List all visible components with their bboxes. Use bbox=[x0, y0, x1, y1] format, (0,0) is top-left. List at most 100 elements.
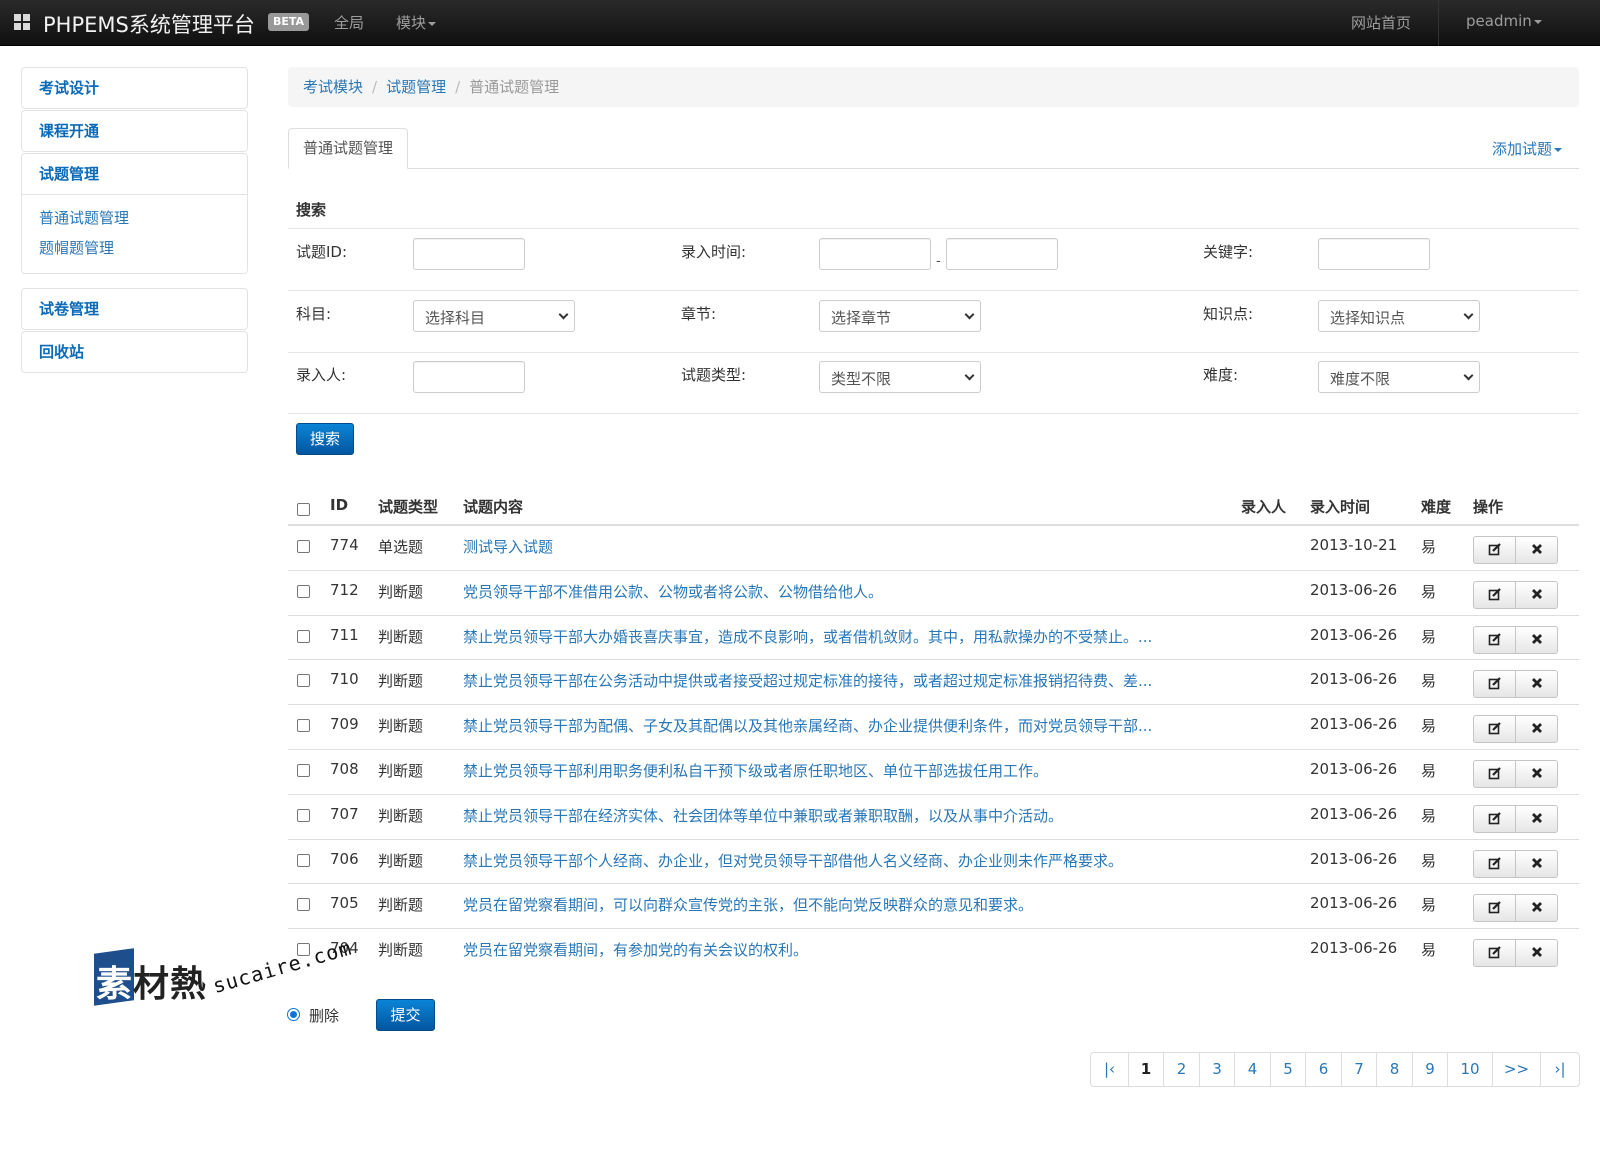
row-checkbox[interactable] bbox=[297, 674, 310, 687]
end-date-input[interactable] bbox=[946, 238, 1058, 270]
table-row-divider bbox=[288, 794, 1579, 795]
sidebar-item-label[interactable]: 课程开通 bbox=[22, 111, 247, 151]
type-label: 试题类型: bbox=[681, 366, 747, 384]
edit-icon[interactable] bbox=[1474, 851, 1516, 877]
cell-type: 判断题 bbox=[378, 762, 424, 780]
nav-global-link[interactable]: 全局 bbox=[334, 12, 364, 33]
delete-icon[interactable] bbox=[1516, 806, 1558, 832]
edit-icon[interactable] bbox=[1474, 537, 1516, 563]
question-id-input[interactable] bbox=[413, 238, 525, 270]
subject-select[interactable]: 选择科目 bbox=[413, 300, 575, 332]
chapter-select[interactable]: 选择章节 bbox=[819, 300, 981, 332]
page-button[interactable]: 10 bbox=[1447, 1053, 1492, 1086]
question-content-link[interactable]: 党员领导干部不准借用公款、公物或者将公款、公物借给他人。 bbox=[463, 581, 883, 602]
page-button[interactable]: 1 bbox=[1128, 1053, 1163, 1086]
edit-icon[interactable] bbox=[1474, 582, 1516, 608]
sidebar-item-papers[interactable]: 试卷管理 bbox=[21, 288, 248, 330]
row-checkbox[interactable] bbox=[297, 809, 310, 822]
sidebar-item-recycle[interactable]: 回收站 bbox=[21, 331, 248, 373]
sidebar-item-exam-design[interactable]: 考试设计 bbox=[21, 67, 248, 109]
question-content-link[interactable]: 测试导入试题 bbox=[463, 536, 553, 557]
delete-icon[interactable] bbox=[1516, 627, 1558, 653]
row-checkbox[interactable] bbox=[297, 854, 310, 867]
page-first-button[interactable]: |‹ bbox=[1091, 1053, 1128, 1086]
edit-icon[interactable] bbox=[1474, 761, 1516, 787]
divider bbox=[288, 290, 1579, 291]
edit-icon[interactable] bbox=[1474, 895, 1516, 921]
caret-down-icon bbox=[1533, 19, 1542, 24]
cell-date: 2013-06-26 bbox=[1310, 760, 1398, 778]
row-checkbox[interactable] bbox=[297, 898, 310, 911]
delete-icon[interactable] bbox=[1516, 895, 1558, 921]
page-button[interactable]: 6 bbox=[1305, 1053, 1341, 1086]
delete-icon[interactable] bbox=[1516, 671, 1558, 697]
user-menu-dropdown[interactable]: peadmin bbox=[1466, 12, 1542, 30]
knowledge-point-select[interactable]: 选择知识点 bbox=[1318, 300, 1480, 332]
breadcrumb-link-module[interactable]: 考试模块 bbox=[303, 78, 363, 96]
keyword-input[interactable] bbox=[1318, 238, 1430, 270]
question-content-link[interactable]: 禁止党员领导干部大办婚丧喜庆事宜，造成不良影响，或者借机敛财。其中，用私款操办的… bbox=[463, 626, 1152, 647]
question-content-link[interactable]: 禁止党员领导干部利用职务便利私自干预下级或者原任职地区、单位干部选拔任用工作。 bbox=[463, 760, 1048, 781]
row-checkbox[interactable] bbox=[297, 764, 310, 777]
page-button[interactable]: 7 bbox=[1341, 1053, 1376, 1086]
page-button[interactable]: 3 bbox=[1199, 1053, 1234, 1086]
page-button[interactable]: 2 bbox=[1163, 1053, 1199, 1086]
edit-icon[interactable] bbox=[1474, 940, 1516, 966]
question-content-link[interactable]: 禁止党员领导干部在公务活动中提供或者接受超过规定标准的接待，或者超过规定标准报销… bbox=[463, 670, 1152, 691]
edit-icon[interactable] bbox=[1474, 806, 1516, 832]
chevron-down-icon bbox=[964, 309, 975, 320]
question-type-select[interactable]: 类型不限 bbox=[819, 361, 981, 393]
add-question-dropdown[interactable]: 添加试题 bbox=[1492, 138, 1563, 159]
sidebar-item-label[interactable]: 回收站 bbox=[22, 332, 247, 372]
cell-date: 2013-06-26 bbox=[1310, 894, 1398, 912]
delete-icon[interactable] bbox=[1516, 582, 1558, 608]
page-last-button[interactable]: ›| bbox=[1540, 1053, 1579, 1086]
sidebar-item-label[interactable]: 考试设计 bbox=[22, 68, 247, 108]
question-content-link[interactable]: 禁止党员领导干部个人经商、办企业，但对党员领导干部借他人名义经商、办企业则未作严… bbox=[463, 850, 1123, 871]
tab-normal-questions[interactable]: 普通试题管理 bbox=[288, 128, 408, 169]
breadcrumb-link-questions[interactable]: 试题管理 bbox=[386, 78, 446, 96]
edit-icon[interactable] bbox=[1474, 716, 1516, 742]
breadcrumb: 考试模块 / 试题管理 / 普通试题管理 bbox=[288, 67, 1579, 107]
page-button[interactable]: 9 bbox=[1412, 1053, 1447, 1086]
edit-icon[interactable] bbox=[1474, 671, 1516, 697]
start-date-input[interactable] bbox=[819, 238, 931, 270]
author-input[interactable] bbox=[413, 361, 525, 393]
sidebar-item-label[interactable]: 试题管理 bbox=[22, 154, 247, 194]
edit-icon[interactable] bbox=[1474, 627, 1516, 653]
sidebar-item-label[interactable]: 试卷管理 bbox=[22, 289, 247, 329]
question-content-link[interactable]: 党员在留党察看期间，可以向群众宣传党的主张，但不能向党反映群众的意见和要求。 bbox=[463, 894, 1033, 915]
delete-radio-label: 删除 bbox=[309, 1007, 340, 1025]
delete-icon[interactable] bbox=[1516, 940, 1558, 966]
question-content-link[interactable]: 党员在留党察看期间，有参加党的有关会议的权利。 bbox=[463, 939, 808, 960]
delete-icon[interactable] bbox=[1516, 716, 1558, 742]
row-checkbox[interactable] bbox=[297, 630, 310, 643]
difficulty-select[interactable]: 难度不限 bbox=[1318, 361, 1480, 393]
question-content-link[interactable]: 禁止党员领导干部在经济实体、社会团体等单位中兼职或者兼职取酬，以及从事中介活动。 bbox=[463, 805, 1063, 826]
brand-title[interactable]: PHPEMS系统管理平台 bbox=[43, 9, 255, 39]
delete-radio[interactable] bbox=[287, 1008, 300, 1021]
page-button[interactable]: 8 bbox=[1376, 1053, 1412, 1086]
nav-home-link[interactable]: 网站首页 bbox=[1351, 12, 1411, 33]
sidebar-item-questions[interactable]: 试题管理 普通试题管理 题帽题管理 bbox=[21, 153, 248, 274]
cell-id: 709 bbox=[330, 715, 359, 733]
nav-module-dropdown[interactable]: 模块 bbox=[396, 12, 437, 33]
sidebar-subitem-normal-questions[interactable]: 普通试题管理 bbox=[39, 203, 230, 233]
row-checkbox[interactable] bbox=[297, 585, 310, 598]
search-button[interactable]: 搜索 bbox=[296, 423, 354, 455]
question-content-link[interactable]: 禁止党员领导干部为配偶、子女及其配偶以及其他亲属经商、办企业提供便利条件，而对党… bbox=[463, 715, 1152, 736]
page-next-button[interactable]: >> bbox=[1492, 1053, 1540, 1086]
sidebar-item-course[interactable]: 课程开通 bbox=[21, 110, 248, 152]
row-action-group bbox=[1473, 536, 1558, 564]
page-button[interactable]: 5 bbox=[1270, 1053, 1305, 1086]
page-button[interactable]: 4 bbox=[1234, 1053, 1270, 1086]
row-checkbox[interactable] bbox=[297, 719, 310, 732]
row-checkbox[interactable] bbox=[297, 540, 310, 553]
delete-icon[interactable] bbox=[1516, 761, 1558, 787]
delete-icon[interactable] bbox=[1516, 851, 1558, 877]
delete-icon[interactable] bbox=[1516, 537, 1558, 563]
cell-type: 判断题 bbox=[378, 807, 424, 825]
select-all-checkbox[interactable] bbox=[297, 503, 310, 516]
submit-button[interactable]: 提交 bbox=[376, 999, 435, 1031]
sidebar-subitem-cap-questions[interactable]: 题帽题管理 bbox=[39, 233, 230, 263]
